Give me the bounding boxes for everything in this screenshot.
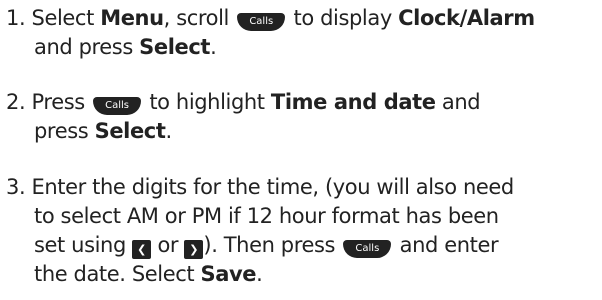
step-2: 2. Press Calls to highlight Time and dat… bbox=[6, 88, 600, 146]
instruction-steps: 1. Select Menu, scroll Calls to display … bbox=[0, 0, 602, 300]
chevron-right-icon: ❯ bbox=[184, 240, 204, 259]
step-1-line-2: and press Select. bbox=[34, 35, 217, 59]
select-key-name: Select bbox=[139, 35, 211, 59]
time-and-date-option: Time and date bbox=[270, 90, 436, 114]
step-1: 1. Select Menu, scroll Calls to display … bbox=[6, 4, 600, 62]
clock-alarm-menu-name: Clock/Alarm bbox=[398, 6, 535, 30]
calls-key-icon: Calls bbox=[237, 13, 286, 31]
select-key-name: Select bbox=[94, 119, 166, 143]
step-3-line-2: to select AM or PM if 12 hour format has… bbox=[34, 204, 499, 228]
step-1-line-1: 1. Select Menu, scroll Calls to display … bbox=[6, 6, 535, 31]
step-3-line-3: set using ❮ or ❯). Then press Calls and … bbox=[34, 233, 499, 259]
step-2-line-1: 2. Press Calls to highlight Time and dat… bbox=[6, 90, 481, 115]
step-number: 2. bbox=[6, 90, 26, 114]
step-3-line-1: 3. Enter the digits for the time, (you w… bbox=[6, 175, 514, 199]
step-3-line-4: the date. Select Save. bbox=[34, 262, 263, 286]
calls-key-icon: Calls bbox=[343, 240, 392, 258]
step-2-line-2: press Select. bbox=[34, 119, 172, 143]
calls-key-icon: Calls bbox=[93, 97, 142, 115]
save-key-name: Save bbox=[200, 262, 257, 286]
chevron-left-icon: ❮ bbox=[132, 240, 152, 259]
step-3: 3. Enter the digits for the time, (you w… bbox=[6, 173, 600, 289]
menu-key-name: Menu bbox=[100, 6, 164, 30]
step-number: 3. bbox=[6, 175, 26, 199]
step-number: 1. bbox=[6, 6, 26, 30]
